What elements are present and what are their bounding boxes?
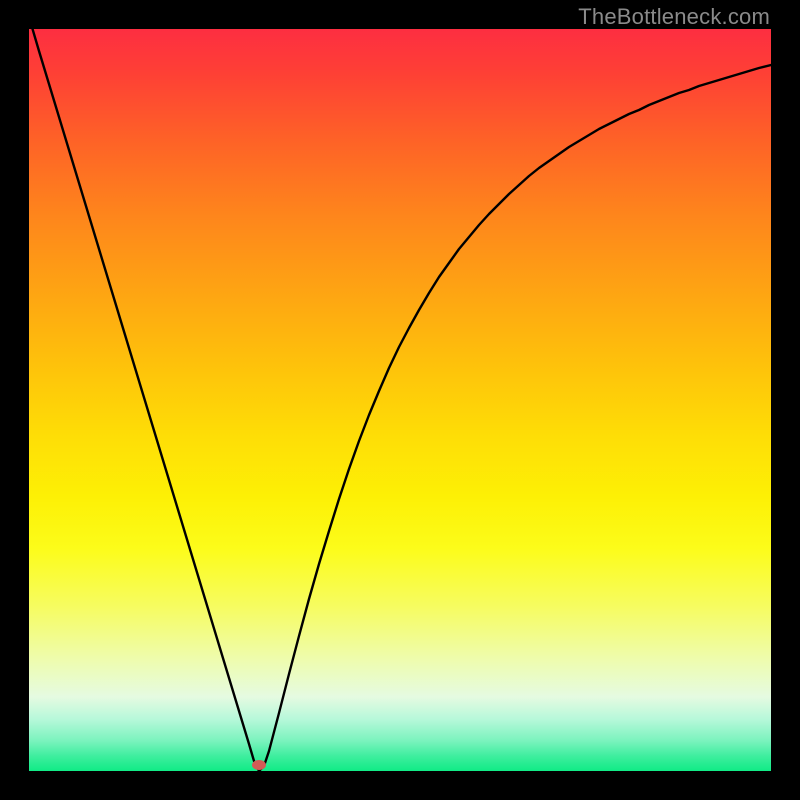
chart-frame: TheBottleneck.com xyxy=(0,0,800,800)
watermark-text: TheBottleneck.com xyxy=(578,4,770,30)
optimum-marker xyxy=(252,760,266,770)
plot-area xyxy=(29,29,771,771)
bottleneck-curve xyxy=(29,29,771,771)
